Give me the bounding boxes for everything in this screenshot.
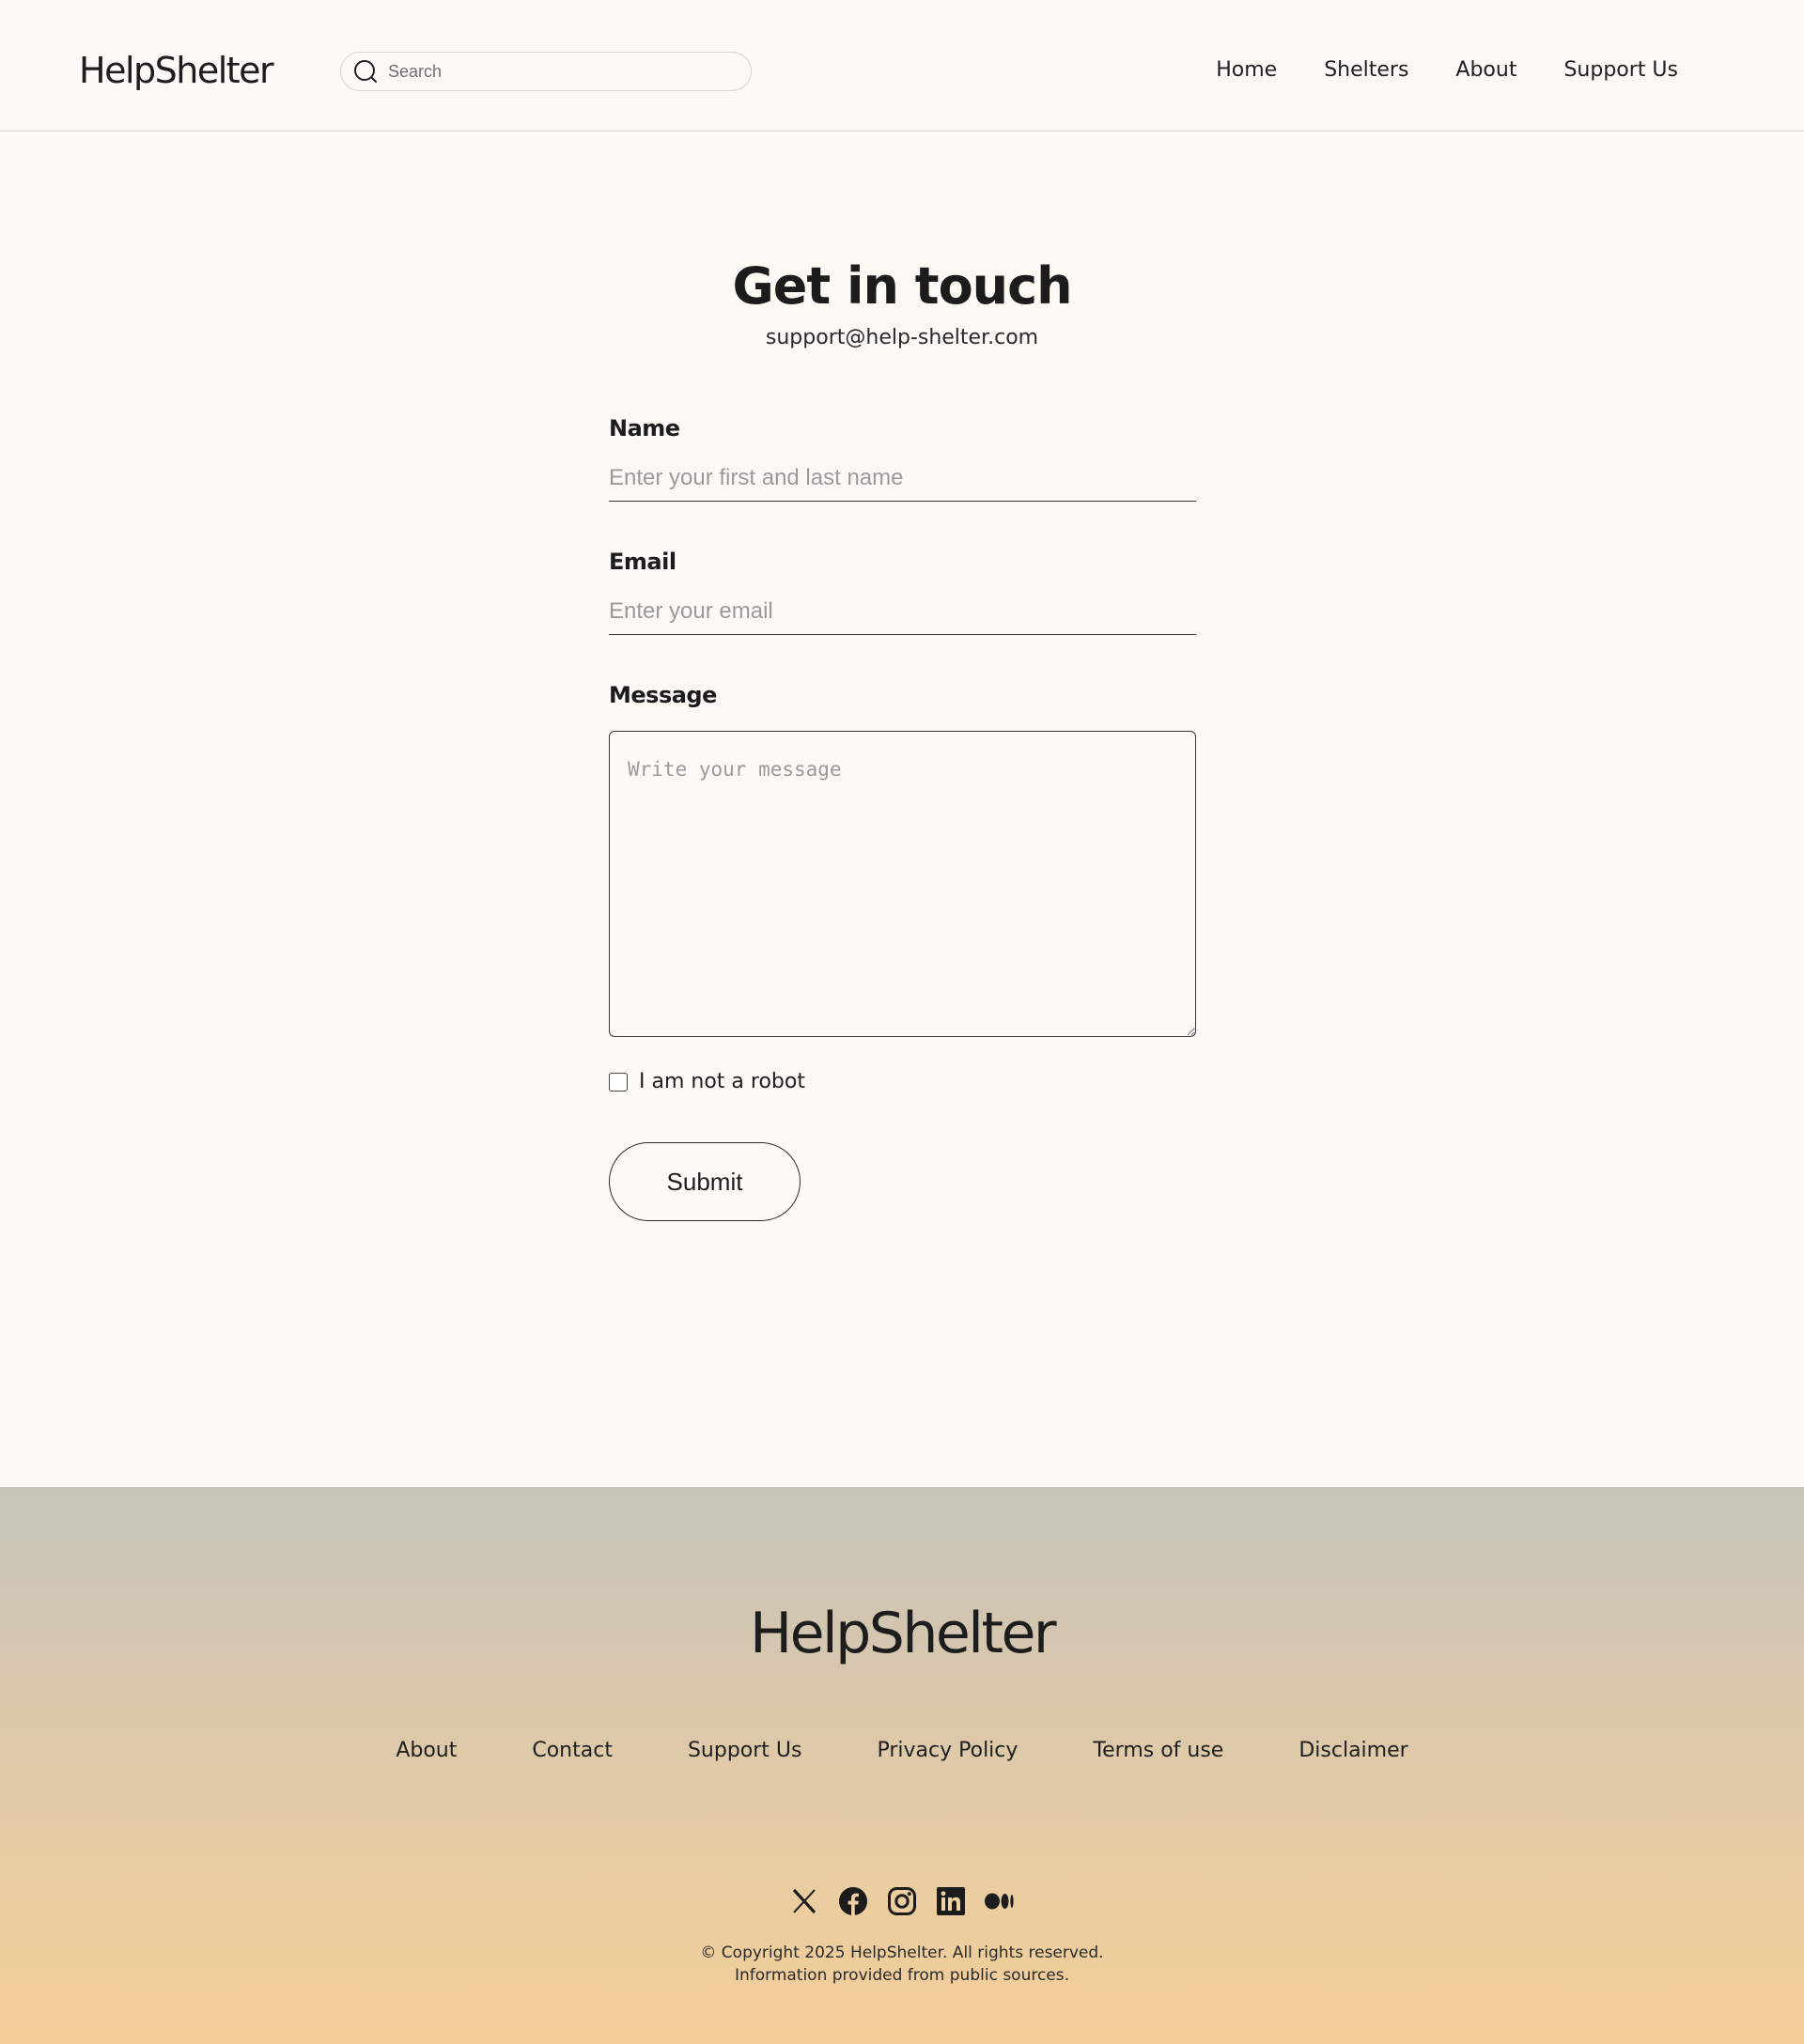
nav-about[interactable]: About	[1455, 56, 1516, 85]
copyright-line: © Copyright 2025 HelpShelter. All rights…	[700, 1943, 1104, 1962]
copyright: © Copyright 2025 HelpShelter. All rights…	[0, 1942, 1804, 1987]
contact-form: Name Email Message I am not a robot Subm…	[609, 413, 1196, 1221]
email-input[interactable]	[609, 588, 1196, 635]
name-field-group: Name	[609, 413, 1196, 502]
nav-shelters[interactable]: Shelters	[1324, 56, 1408, 85]
site-header: HelpShelter Home Shelters About Support …	[0, 0, 1804, 132]
info-source-line: Information provided from public sources…	[734, 1966, 1070, 1985]
name-input[interactable]	[609, 455, 1196, 502]
robot-checkbox[interactable]	[609, 1073, 628, 1092]
name-label: Name	[609, 415, 680, 441]
nav-home[interactable]: Home	[1216, 56, 1277, 85]
linkedin-icon[interactable]	[935, 1885, 967, 1917]
facebook-icon[interactable]	[837, 1885, 869, 1917]
site-footer: HelpShelter About Contact Support Us Pri…	[0, 1487, 1804, 2044]
message-label: Message	[609, 682, 717, 708]
submit-button[interactable]: Submit	[609, 1142, 801, 1221]
message-textarea[interactable]	[609, 731, 1196, 1037]
page-title: Get in touch	[732, 256, 1072, 316]
site-logo[interactable]: HelpShelter	[79, 49, 274, 92]
search-bar[interactable]	[340, 52, 752, 91]
footer-link-support-us[interactable]: Support Us	[688, 1737, 802, 1765]
footer-links: About Contact Support Us Privacy Policy …	[0, 1737, 1804, 1765]
footer-link-privacy-policy[interactable]: Privacy Policy	[877, 1737, 1018, 1765]
search-input[interactable]	[388, 61, 736, 82]
footer-link-about[interactable]: About	[396, 1737, 457, 1765]
robot-check: I am not a robot	[609, 1069, 1196, 1095]
robot-label[interactable]: I am not a robot	[639, 1069, 805, 1095]
footer-link-terms[interactable]: Terms of use	[1093, 1737, 1223, 1765]
nav-support-us[interactable]: Support Us	[1563, 56, 1678, 85]
main-nav: Home Shelters About Support Us	[1169, 56, 1678, 85]
footer-link-contact[interactable]: Contact	[532, 1737, 613, 1765]
contact-email[interactable]: support@help-shelter.com	[0, 324, 1804, 352]
search-icon	[352, 58, 379, 85]
instagram-icon[interactable]	[886, 1885, 918, 1917]
social-links	[0, 1885, 1804, 1917]
email-label: Email	[609, 549, 676, 575]
footer-logo[interactable]: HelpShelter	[0, 1600, 1804, 1667]
email-field-group: Email	[609, 547, 1196, 635]
footer-link-disclaimer[interactable]: Disclaimer	[1299, 1737, 1407, 1765]
medium-icon[interactable]	[984, 1885, 1016, 1917]
message-field-group: Message	[609, 680, 1196, 1037]
x-icon[interactable]	[788, 1885, 820, 1917]
